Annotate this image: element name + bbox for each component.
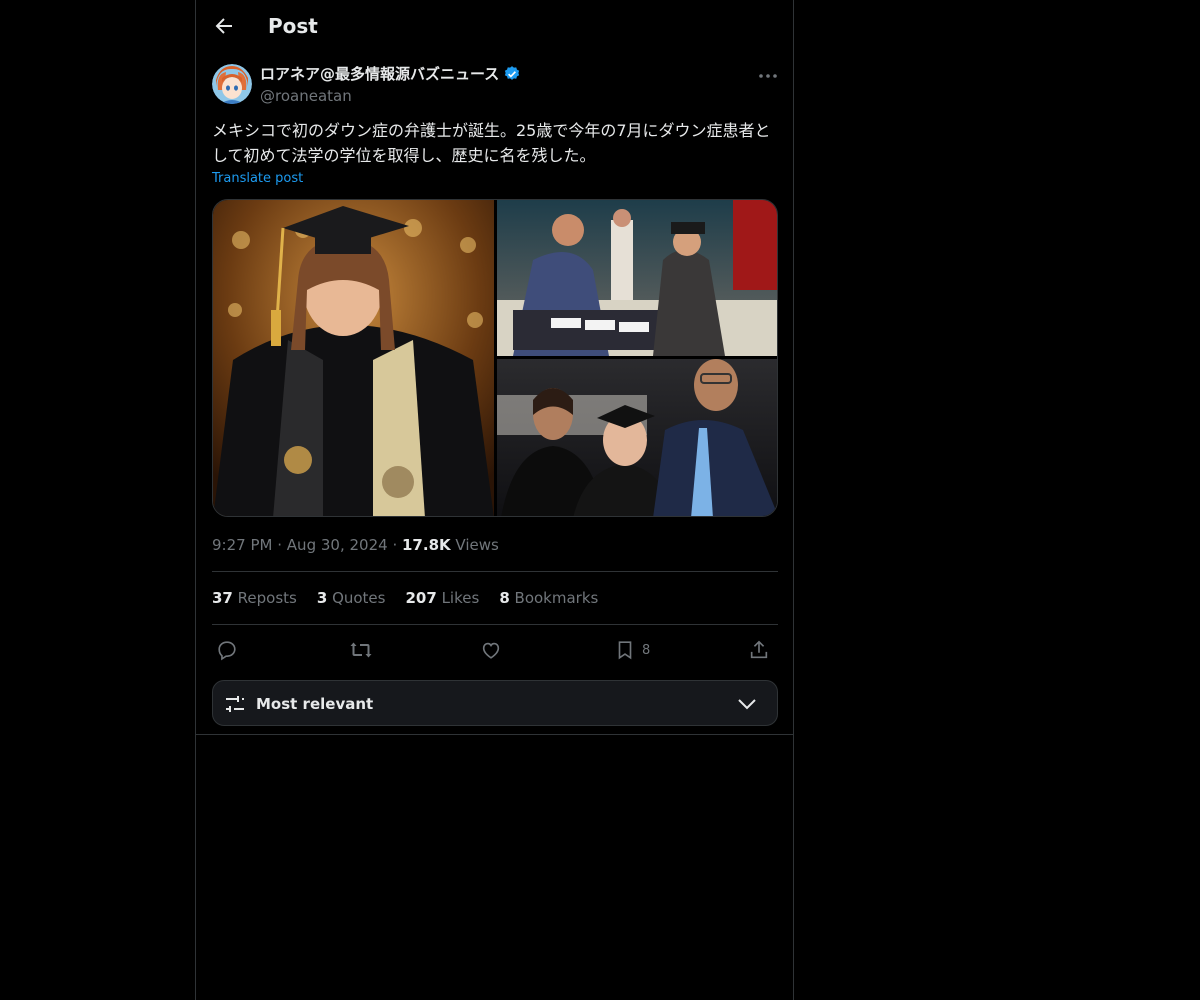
divider	[196, 734, 793, 735]
bookmarks-label: Bookmarks	[514, 589, 599, 607]
author-handle[interactable]: @roaneatan	[260, 86, 352, 106]
bookmark-icon	[618, 641, 632, 660]
likes-label: Likes	[441, 589, 480, 607]
bookmarks-stat[interactable]: 8 Bookmarks	[499, 588, 598, 608]
bookmark-button[interactable]: 8	[614, 636, 650, 664]
more-horizontal-icon[interactable]	[756, 64, 780, 88]
meta-separator: ·	[277, 536, 283, 554]
arrow-left-icon[interactable]	[212, 14, 236, 38]
views-count: 17.8K	[402, 536, 451, 554]
sort-label: Most relevant	[256, 695, 374, 713]
chevron-down-icon	[738, 699, 756, 710]
author-name[interactable]: ロアネア@最多情報源バズニュース	[260, 64, 499, 84]
likes-stat[interactable]: 207 Likes	[405, 588, 479, 608]
avatar[interactable]	[212, 64, 252, 104]
post-time[interactable]: 9:27 PM	[212, 536, 272, 554]
action-bar: 8	[212, 636, 778, 664]
translate-post-link[interactable]: Translate post	[212, 170, 303, 188]
post-date[interactable]: Aug 30, 2024	[287, 536, 388, 554]
verified-badge-icon	[505, 66, 520, 80]
engagement-stats: 37 Reposts 3 Quotes 207 Likes 8 Bookmark…	[212, 588, 598, 608]
reposts-count: 37	[212, 589, 233, 607]
repost-icon	[350, 642, 372, 658]
author-name-row[interactable]: ロアネア@最多情報源バズニュース	[260, 64, 521, 84]
post-text: メキシコで初のダウン症の弁護士が誕生。25歳で今年の7月にダウン症患者として初め…	[212, 121, 771, 165]
reply-button[interactable]	[216, 636, 238, 664]
quotes-stat[interactable]: 3 Quotes	[317, 588, 386, 608]
media-image[interactable]	[213, 200, 778, 517]
post-column: Post ロアネア@最多情報源バズニュース @roaneatan メキシコで初の…	[195, 0, 794, 1000]
heart-icon	[482, 642, 500, 659]
sliders-icon	[226, 696, 244, 712]
quotes-label: Quotes	[332, 589, 386, 607]
like-button[interactable]	[480, 636, 502, 664]
page-title: Post	[268, 14, 318, 38]
share-button[interactable]	[748, 636, 770, 664]
views-label: Views	[455, 536, 499, 554]
reposts-label: Reposts	[237, 589, 297, 607]
sort-replies-dropdown[interactable]: Most relevant	[212, 680, 778, 726]
quotes-count: 3	[316, 589, 328, 607]
likes-count: 207	[405, 589, 437, 607]
bookmarks-count: 8	[499, 589, 510, 607]
post-meta: 9:27 PM · Aug 30, 2024 · 17.8K Views	[212, 535, 499, 555]
reply-icon	[218, 641, 236, 661]
repost-button[interactable]	[349, 636, 373, 664]
meta-separator: ·	[392, 536, 398, 554]
divider	[212, 571, 778, 572]
reposts-stat[interactable]: 37 Reposts	[212, 588, 297, 608]
share-icon	[750, 640, 768, 659]
post-header: Post	[196, 0, 793, 53]
divider	[212, 624, 778, 625]
bookmark-count: 8	[642, 642, 651, 658]
post-media[interactable]	[212, 199, 778, 517]
